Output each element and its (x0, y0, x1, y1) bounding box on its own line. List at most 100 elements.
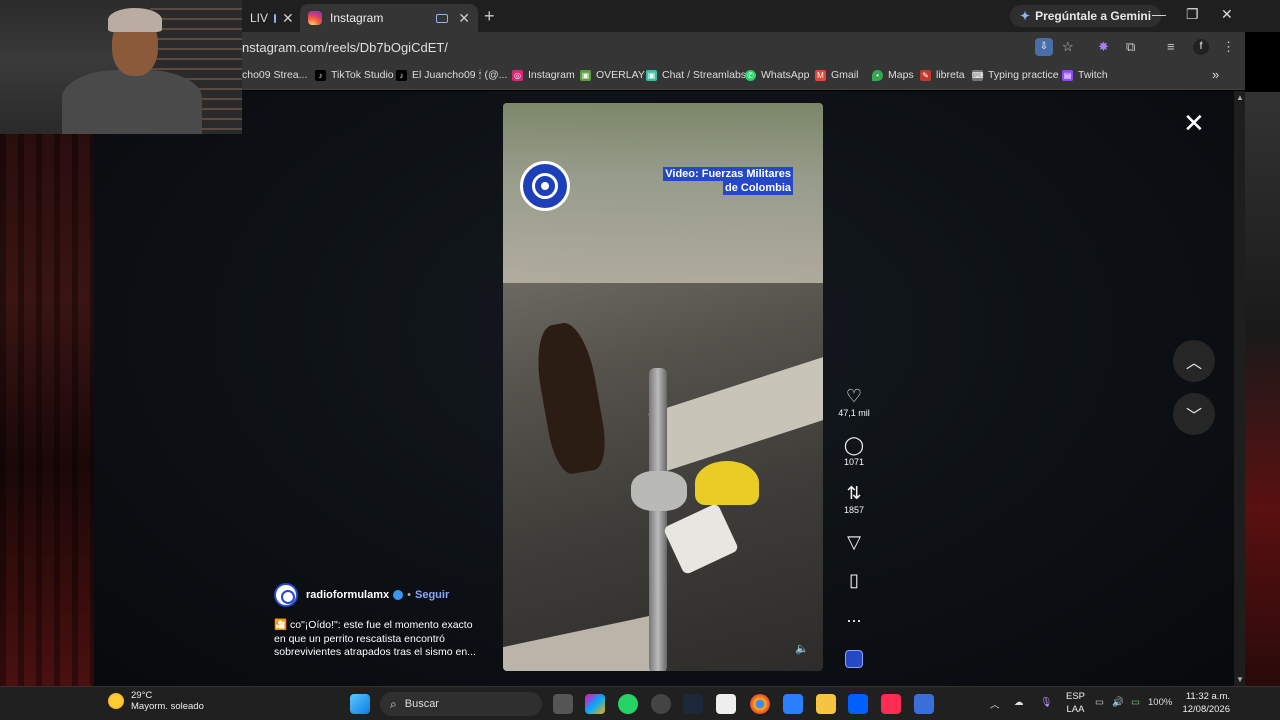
bookmark-item[interactable]: M Gmail (815, 69, 858, 81)
language-indicator[interactable]: ESP LAA (1066, 690, 1085, 716)
bookmark-label: cho09 Strea... (242, 69, 308, 81)
scroll-down-icon[interactable]: ▼ (1236, 675, 1244, 684)
maximize-button[interactable]: ❐ (1186, 6, 1199, 23)
minimize-button[interactable]: — (1152, 6, 1166, 22)
volume-icon[interactable]: 🔊 (1112, 697, 1124, 708)
video-can (631, 471, 687, 511)
repost-button[interactable]: ⇅ 1857 (834, 483, 874, 515)
video-editor-icon[interactable] (783, 694, 803, 714)
libreta-icon: ✎ (920, 69, 931, 81)
new-tab-button[interactable]: + (484, 6, 495, 27)
search-placeholder: Buscar (404, 698, 439, 710)
close-tab-icon[interactable]: ✕ (282, 10, 294, 27)
avatar[interactable] (274, 583, 298, 607)
save-button[interactable]: ▯ (834, 570, 874, 590)
twitch-icon: ▤ (1062, 69, 1073, 81)
tiktok-icon: ♪ (315, 69, 326, 81)
previous-reel-button[interactable]: ︿ (1173, 340, 1215, 382)
dropbox-icon[interactable] (848, 694, 868, 714)
whatsapp-icon[interactable] (618, 694, 638, 714)
capcut-icon[interactable] (716, 694, 736, 714)
gemini-button[interactable]: ✦ Pregúntale a Gemini (1010, 5, 1162, 27)
cloud-icon[interactable]: ☁ (1014, 697, 1024, 708)
bookmark-label: Maps (888, 69, 914, 81)
bookmark-label: Gmail (831, 69, 859, 81)
typing-icon: ⌨ (972, 69, 984, 81)
scroll-up-icon[interactable]: ▲ (1236, 93, 1244, 102)
file-explorer-icon[interactable] (816, 694, 836, 714)
close-tab-icon[interactable]: ✕ (458, 10, 470, 27)
bookmark-item[interactable]: ▤ Twitch (1062, 69, 1108, 81)
video-pole (649, 368, 667, 671)
show-hidden-icons[interactable]: ︿ (990, 697, 1000, 711)
close-window-button[interactable]: ✕ (1221, 6, 1233, 23)
send-icon: ▽ (847, 532, 861, 552)
profile-icon[interactable]: f (1193, 39, 1209, 55)
microphone-icon[interactable]: 🎙 (1040, 697, 1052, 708)
date: 12/08/2026 (1182, 704, 1230, 715)
bookmark-item[interactable]: ✎ libreta (920, 69, 965, 81)
bookmark-item[interactable]: ♪ TikTok Studio (315, 69, 394, 81)
gmail-icon: M (815, 69, 826, 81)
author-name[interactable]: radioformulamx (306, 589, 389, 601)
weather-widget[interactable]: 29°C Mayorm. soleado (108, 690, 204, 712)
reel-description[interactable]: 🎦 co"¡Oído!": este fue el momento exacto… (274, 619, 479, 660)
extensions-puzzle-icon[interactable]: ⧉ (1126, 39, 1135, 55)
url-field[interactable]: nstagram.com/reels/Db7bOgiCdET/ (242, 40, 448, 55)
bookmark-item[interactable]: ▣ Chat / Streamlabs (646, 69, 746, 81)
bookmark-item[interactable]: ▣ OVERLAY (580, 69, 645, 81)
separator: • (407, 589, 411, 601)
steam-icon[interactable] (683, 694, 703, 714)
display-icon[interactable]: ▭ (1095, 697, 1104, 708)
bookmark-item[interactable]: ✆ WhatsApp (745, 69, 809, 81)
background-room-right (1244, 92, 1280, 686)
bookmark-item[interactable]: cho09 Strea... (242, 69, 307, 81)
taskbar-search[interactable]: ⌕ Buscar (380, 692, 542, 716)
bookmark-label: Twitch (1078, 69, 1108, 81)
menu-kebab-icon[interactable]: ⋮ (1222, 39, 1235, 55)
reel-video[interactable]: Video: Fuerzas Militares de Colombia 🔈 (503, 103, 823, 671)
clock[interactable]: 11:32 a.m. 12/08/2026 (1182, 690, 1230, 716)
copilot-icon[interactable] (585, 694, 605, 714)
sun-icon (108, 693, 124, 709)
comment-count: 1071 (843, 457, 865, 467)
follow-button[interactable]: Seguir (415, 589, 449, 601)
bookmark-item[interactable]: ⌨ Typing practice (972, 69, 1059, 81)
bookmark-label: El Juancho09 🕯 (@... (412, 69, 508, 81)
install-app-icon[interactable]: ⇩ (1035, 38, 1053, 56)
audio-avatar[interactable] (845, 650, 863, 668)
share-button[interactable]: ▽ (834, 532, 874, 552)
windows-start-icon[interactable] (350, 694, 370, 714)
streamlabs-icon: ▣ (646, 69, 657, 81)
bookmarks-more-button[interactable]: » (1212, 67, 1219, 82)
taskbar: 29°C Mayorm. soleado ⌕ Buscar ︿ ☁ 🎙 ESP … (0, 686, 1280, 720)
like-button[interactable]: ♡ 47,1 mil (834, 386, 874, 418)
bookmark-star-icon[interactable]: ☆ (1062, 39, 1074, 55)
tiktok-icon: ♪ (396, 70, 407, 81)
chrome-icon[interactable] (750, 694, 770, 714)
tab-inactive[interactable]: LIV ✕ (242, 4, 300, 32)
battery-percent: 100% (1148, 697, 1173, 708)
task-view-icon[interactable] (553, 694, 573, 714)
bookmark-item[interactable]: ♪ El Juancho09 🕯 (@... (396, 69, 507, 82)
bookmark-item[interactable]: • Maps (872, 69, 914, 81)
tab-instagram[interactable]: Instagram ✕ (300, 4, 478, 32)
battery-icon[interactable]: ▭ (1131, 697, 1140, 708)
close-reel-button[interactable]: ✕ (1183, 110, 1205, 136)
video-cup (662, 502, 740, 576)
next-reel-button[interactable]: ﹀ (1173, 393, 1215, 435)
page-scrollbar[interactable]: ▲ ▼ (1234, 91, 1245, 686)
xbox-icon[interactable] (651, 694, 671, 714)
bookmarks-bar: cho09 Strea... ♪ TikTok Studio ♪ El Juanch… (242, 62, 1245, 90)
media-controls-icon[interactable]: ≡ (1167, 39, 1175, 54)
extension-purple-icon[interactable]: ✸ (1098, 39, 1109, 55)
more-options-button[interactable]: ... (834, 606, 874, 626)
tiktok-icon[interactable] (881, 694, 901, 714)
bookmark-item[interactable]: ◎ Instagram (512, 69, 575, 81)
heart-icon: ♡ (845, 386, 863, 406)
mute-icon[interactable]: 🔈 (795, 642, 809, 655)
cast-icon (274, 13, 277, 23)
app-icon[interactable] (914, 694, 934, 714)
cast-icon (436, 13, 449, 23)
comment-button[interactable]: ◯ 1071 (834, 435, 874, 467)
